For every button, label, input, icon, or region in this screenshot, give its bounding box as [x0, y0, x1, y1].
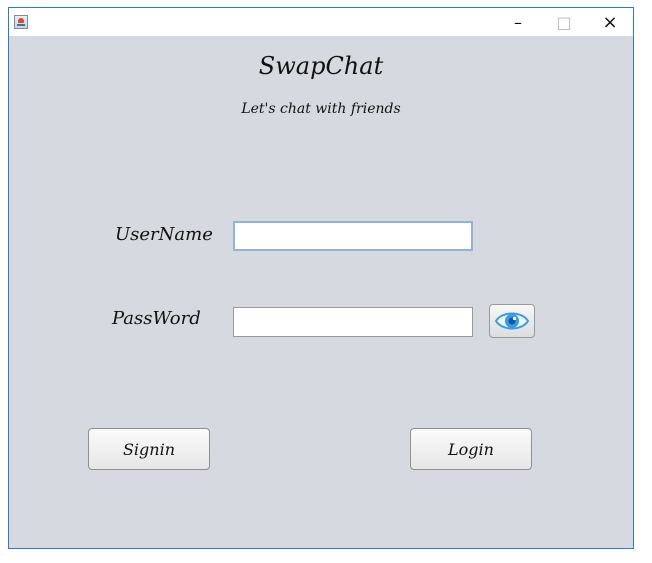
login-button[interactable]: Login: [410, 428, 532, 470]
signin-button[interactable]: Signin: [88, 428, 210, 470]
eye-icon: [494, 312, 530, 330]
minimize-button[interactable]: –: [495, 8, 541, 36]
app-title: SwapChat: [258, 52, 384, 80]
signin-button-label: Signin: [122, 439, 176, 459]
java-app-icon: [14, 15, 28, 29]
username-input[interactable]: [233, 221, 473, 251]
minimize-icon: –: [514, 12, 522, 32]
close-button[interactable]: ×: [587, 8, 633, 36]
app-tagline: Let's chat with friends: [241, 101, 401, 117]
password-label: PassWord: [112, 308, 201, 329]
show-password-button[interactable]: [489, 304, 535, 338]
maximize-icon: □: [556, 12, 572, 32]
maximize-button[interactable]: □: [541, 8, 587, 36]
username-label: UserName: [115, 224, 213, 245]
password-input[interactable]: [233, 307, 473, 337]
main-panel: SwapChat Let's chat with friends UserNam…: [9, 36, 633, 548]
login-button-label: Login: [448, 439, 494, 459]
close-icon: ×: [602, 11, 618, 33]
title-bar[interactable]: – □ ×: [9, 8, 633, 36]
app-window: – □ × SwapChat Let's chat with friends U…: [8, 7, 634, 549]
